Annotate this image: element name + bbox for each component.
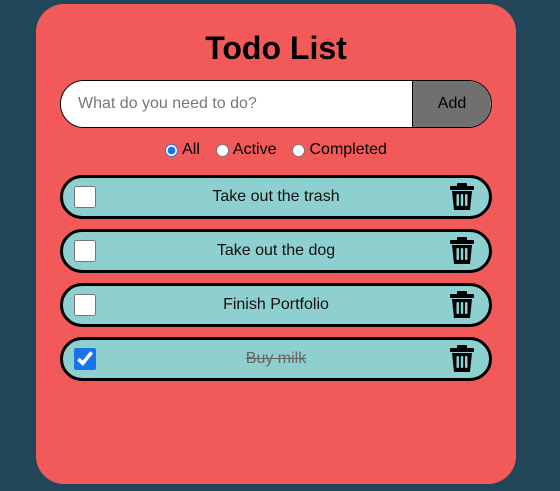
filter-group: All Active Completed — [36, 141, 516, 159]
todo-checkbox[interactable] — [74, 186, 96, 208]
filter-completed-label: Completed — [309, 141, 387, 158]
todo-text: Buy milk — [245, 350, 307, 367]
todo-item: Take out the dog — [60, 229, 492, 273]
todo-card: Todo List Add All Active Completed Take … — [36, 4, 516, 484]
trash-icon[interactable] — [449, 183, 475, 211]
filter-active-label: Active — [232, 141, 277, 158]
todo-item: Finish Portfolio — [60, 283, 492, 327]
todo-list: Take out the trash Take out the dog Fini… — [60, 175, 492, 391]
trash-icon[interactable] — [449, 291, 475, 319]
page-title: Todo List — [205, 30, 347, 66]
filter-all-label: All — [182, 141, 200, 158]
filter-active-radio[interactable] — [215, 143, 229, 157]
filter-all-radio[interactable] — [165, 143, 179, 157]
add-todo-form: Add — [60, 80, 492, 128]
filter-completed[interactable]: Completed — [292, 141, 387, 159]
new-todo-input[interactable] — [61, 81, 412, 127]
add-button[interactable]: Add — [412, 81, 491, 127]
filter-all[interactable]: All — [165, 141, 200, 159]
todo-text: Take out the dog — [216, 242, 336, 259]
trash-icon[interactable] — [449, 345, 475, 373]
filter-completed-radio[interactable] — [292, 143, 306, 157]
filter-active[interactable]: Active — [215, 141, 277, 159]
todo-checkbox[interactable] — [74, 348, 96, 370]
todo-checkbox[interactable] — [74, 240, 96, 262]
todo-checkbox[interactable] — [74, 294, 96, 316]
todo-item: Buy milk — [60, 337, 492, 381]
trash-icon[interactable] — [449, 237, 475, 265]
todo-text: Finish Portfolio — [223, 296, 329, 313]
todo-text: Take out the trash — [212, 188, 340, 205]
todo-item: Take out the trash — [60, 175, 492, 219]
